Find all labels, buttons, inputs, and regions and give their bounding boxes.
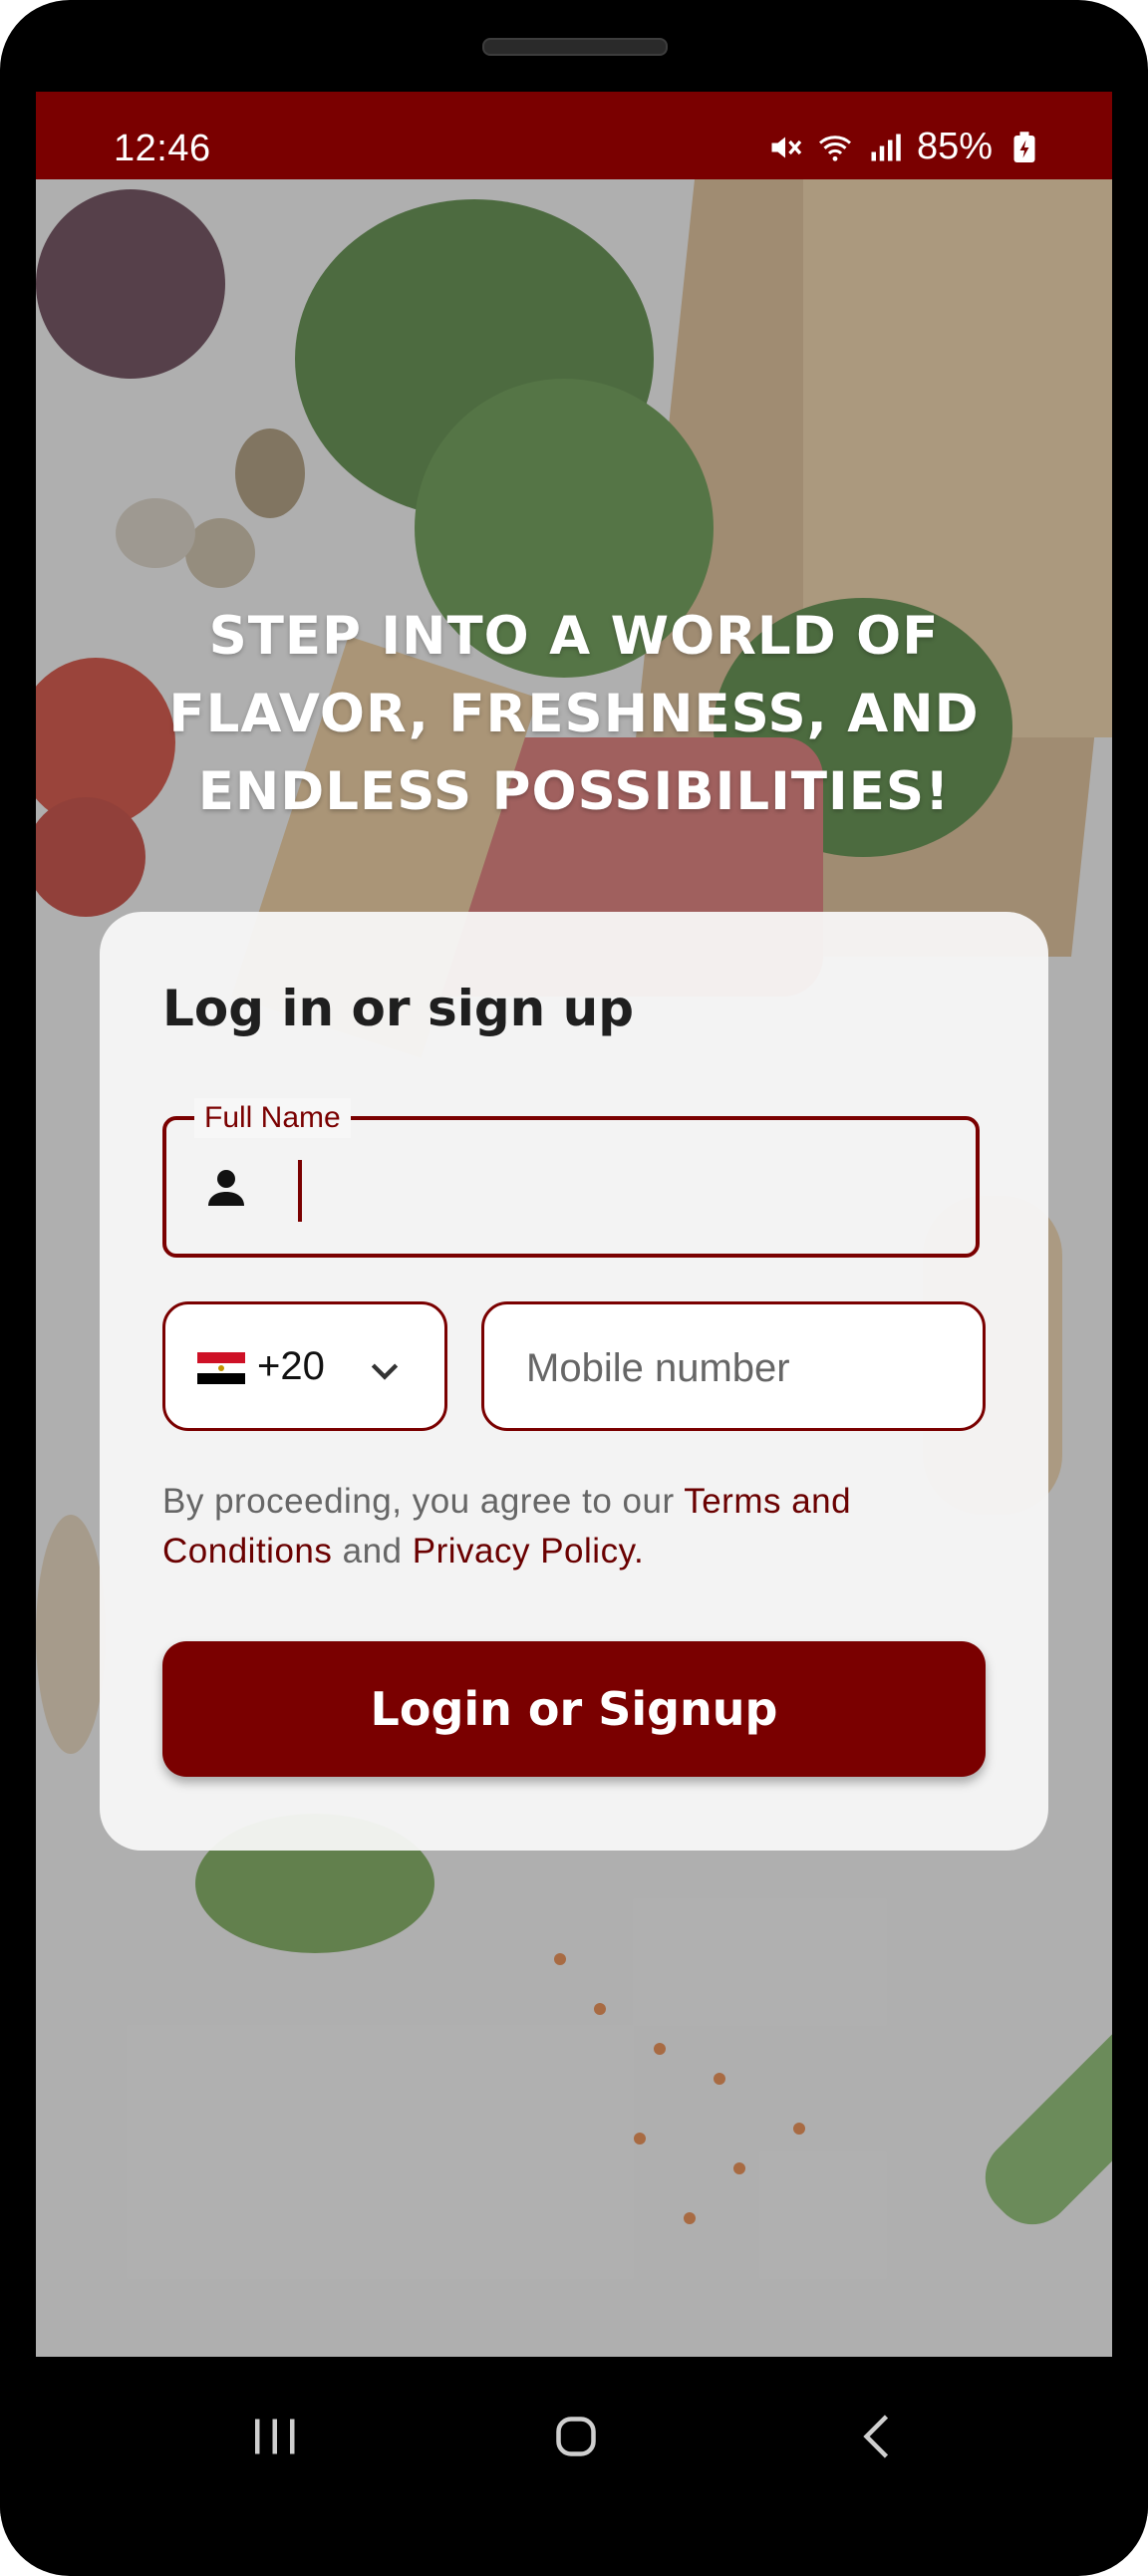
mobile-number-input[interactable] [524, 1329, 967, 1407]
country-code-selector[interactable]: +20 [162, 1301, 447, 1431]
full-name-label: Full Name [194, 1098, 351, 1138]
status-icons: 85% [767, 126, 1042, 168]
terms-prefix: By proceeding, you agree to our [162, 1482, 685, 1521]
text-cursor [298, 1160, 302, 1222]
signal-icon [871, 134, 901, 160]
person-icon [208, 1170, 244, 1206]
battery-percent: 85% [916, 126, 993, 167]
status-bar: 12:46 85% [36, 92, 1112, 179]
country-code: +20 [257, 1344, 325, 1388]
screen: 12:46 85% STEP INTO A WORLD OF FLAVOR, F… [36, 92, 1112, 2357]
terms-middle: and [332, 1532, 413, 1571]
chevron-down-icon [371, 1363, 399, 1380]
full-name-field[interactable]: Full Name [162, 1098, 980, 1258]
mute-icon [771, 137, 802, 157]
wifi-icon [818, 135, 851, 161]
home-icon[interactable] [546, 2407, 606, 2466]
status-time: 12:46 [114, 128, 211, 169]
device-frame: 12:46 85% STEP INTO A WORLD OF FLAVOR, F… [0, 0, 1148, 2576]
mobile-number-field[interactable] [481, 1301, 986, 1431]
hero-headline: STEP INTO A WORLD OF FLAVOR, FRESHNESS, … [168, 606, 980, 822]
terms-text: By proceeding, you agree to our Terms an… [162, 1477, 980, 1576]
egypt-flag-icon [197, 1352, 245, 1384]
back-icon[interactable] [849, 2407, 909, 2466]
system-nav-bar [0, 2357, 1148, 2516]
full-name-input[interactable] [306, 1150, 948, 1232]
speaker-grille [482, 38, 668, 56]
recent-apps-icon[interactable] [245, 2407, 305, 2466]
card-title: Log in or sign up [162, 980, 635, 1037]
login-signup-button[interactable]: Login or Signup [162, 1641, 986, 1777]
battery-charging-icon [1013, 131, 1035, 162]
login-card: Log in or sign up Full Name +20 Mobile n… [100, 912, 1048, 1851]
privacy-link[interactable]: Privacy Policy. [413, 1532, 644, 1571]
